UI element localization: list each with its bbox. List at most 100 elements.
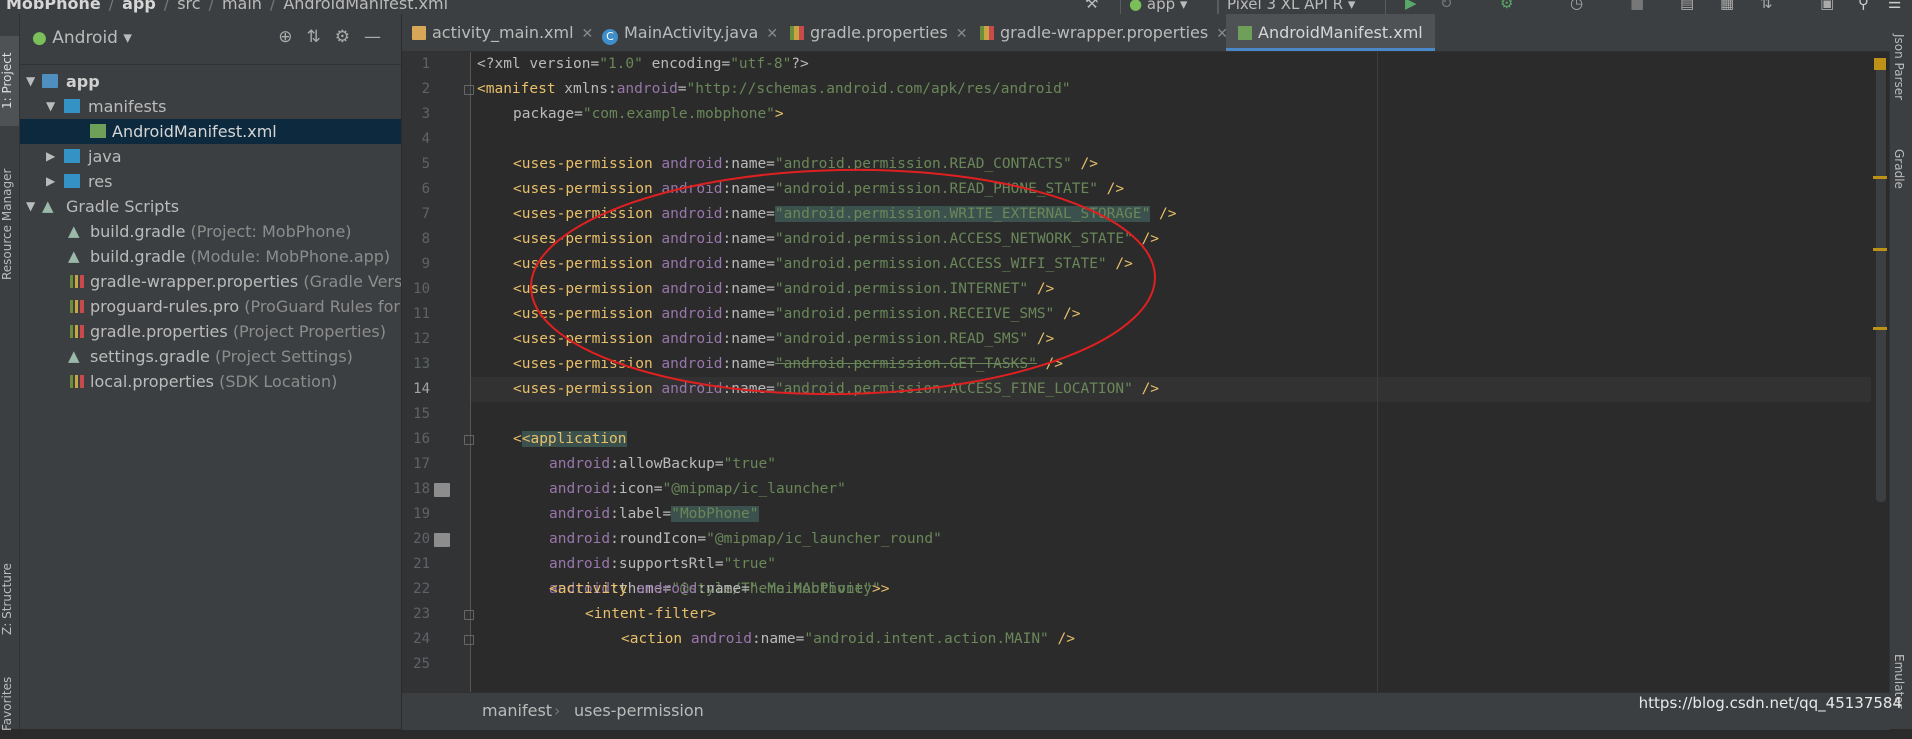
- tree-item-res[interactable]: ▶ res: [20, 169, 401, 194]
- device-dropdown[interactable]: Pixel 3 XL API R ▾: [1218, 0, 1386, 14]
- tab-label: AndroidManifest.xml: [1258, 23, 1423, 42]
- tab-gradle-properties[interactable]: gradle.properties ✕: [790, 14, 967, 51]
- tab-gradle-wrapper-properties[interactable]: gradle-wrapper.properties ✕: [980, 14, 1228, 51]
- debug-icon[interactable]: ⚙: [1500, 0, 1513, 14]
- line-number: 19: [413, 506, 430, 522]
- tree-item-build-gradle-module[interactable]: ▲ build.gradle (Module: MobPhone.app): [20, 244, 401, 269]
- line-number: 24: [413, 631, 430, 647]
- tree-item-local-properties[interactable]: local.properties (SDK Location): [20, 369, 401, 394]
- nav-crumb-src[interactable]: src: [177, 0, 200, 13]
- folder-icon: [64, 149, 80, 163]
- line-number: 6: [421, 181, 430, 197]
- avd-manager-icon[interactable]: ▤: [1680, 0, 1694, 14]
- warning-indicator-icon[interactable]: [1874, 58, 1886, 70]
- nav-crumb-project[interactable]: MobPhone: [6, 0, 101, 13]
- tree-item-settings-gradle[interactable]: ▲ settings.gradle (Project Settings): [20, 344, 401, 369]
- warning-marker[interactable]: [1873, 248, 1887, 251]
- tree-item-hint: (ProGuard Rules for Mo: [244, 297, 401, 316]
- resource-manager-tool-tab[interactable]: Resource Manager: [0, 159, 19, 289]
- code-editor[interactable]: <?xml version="1.0" encoding="utf-8"?> <…: [471, 52, 1871, 692]
- image-preview-icon[interactable]: [434, 483, 450, 497]
- tab-label: activity_main.xml: [432, 23, 574, 42]
- rerun-icon[interactable]: ↻: [1440, 0, 1453, 14]
- sdk-manager-icon[interactable]: ▦: [1720, 0, 1734, 14]
- gradle-icon: ▲: [42, 197, 54, 215]
- run-icon[interactable]: ▶: [1405, 0, 1417, 14]
- tree-item-hint: (Project: MobPhone): [190, 222, 352, 241]
- nav-crumb-module[interactable]: app: [122, 0, 156, 13]
- device-label: Pixel 3 XL API R: [1227, 0, 1344, 13]
- line-number: 23: [413, 606, 430, 622]
- project-view-selector[interactable]: ● Android ▾: [32, 28, 132, 48]
- line-number: 16: [413, 431, 430, 447]
- red-annotation-ellipse: [530, 168, 1156, 396]
- editor-tabs: activity_main.xml ✕ C MainActivity.java ✕ g…: [402, 14, 1890, 52]
- collapse-arrow-icon[interactable]: ▶: [46, 169, 55, 194]
- close-icon[interactable]: ✕: [766, 26, 778, 42]
- tree-item-build-gradle-project[interactable]: ▲ build.gradle (Project: MobPhone): [20, 219, 401, 244]
- close-icon[interactable]: ✕: [956, 26, 968, 42]
- gradle-icon: ▲: [68, 247, 80, 265]
- line-number: 17: [413, 456, 430, 472]
- expand-arrow-icon[interactable]: ▼: [26, 194, 35, 219]
- left-tool-strip: 1: Project Resource Manager Z: Structure…: [0, 14, 20, 731]
- tree-item-androidmanifest[interactable]: AndroidManifest.xml: [20, 119, 401, 144]
- sync-icon[interactable]: ⇅: [1760, 0, 1773, 14]
- properties-file-icon: [70, 325, 84, 338]
- menu-icon[interactable]: ☰: [1888, 0, 1901, 14]
- gradle-tool-tab[interactable]: Gradle: [1892, 149, 1906, 219]
- line-number: 21: [413, 556, 430, 572]
- gear-icon[interactable]: ⚙: [335, 27, 364, 47]
- expand-arrow-icon[interactable]: ▼: [26, 69, 35, 94]
- tab-mainactivity-java[interactable]: C MainActivity.java ✕: [602, 14, 778, 51]
- nav-crumb-file[interactable]: AndroidManifest.xml: [283, 0, 448, 13]
- warning-marker[interactable]: [1873, 176, 1887, 179]
- line-number: 12: [413, 331, 430, 347]
- tree-item-proguard-rules[interactable]: proguard-rules.pro (ProGuard Rules for M…: [20, 294, 401, 319]
- manifest-file-icon: [90, 124, 106, 138]
- collapse-arrow-icon[interactable]: ▶: [46, 144, 55, 169]
- expand-arrow-icon[interactable]: ▼: [46, 94, 55, 119]
- build-hammer-icon[interactable]: ⚒: [1085, 0, 1098, 14]
- collapse-all-icon[interactable]: ⇅: [307, 27, 335, 47]
- android-icon: ●: [1129, 0, 1143, 13]
- tree-item-label: settings.gradle: [90, 347, 210, 366]
- close-icon[interactable]: ✕: [582, 26, 594, 42]
- emulator-tool-tab[interactable]: Emulator: [1892, 654, 1906, 729]
- breadcrumb-manifest[interactable]: manifest: [482, 693, 552, 728]
- error-stripe[interactable]: [1873, 52, 1889, 692]
- profile-icon[interactable]: ◷: [1570, 0, 1583, 14]
- run-config-dropdown[interactable]: ● app ▾: [1120, 0, 1218, 14]
- tree-item-label: gradle-wrapper.properties: [90, 272, 299, 291]
- warning-marker[interactable]: [1873, 327, 1887, 330]
- locate-icon[interactable]: ⊕: [278, 27, 306, 47]
- scrollbar-thumb[interactable]: [1876, 62, 1886, 502]
- project-tool-tab[interactable]: 1: Project: [0, 36, 19, 126]
- stop-icon[interactable]: ■: [1630, 0, 1644, 14]
- tree-item-java[interactable]: ▶ java: [20, 144, 401, 169]
- tab-androidmanifest-xml[interactable]: AndroidManifest.xml: [1226, 14, 1435, 51]
- tab-activity-main-xml[interactable]: activity_main.xml ✕: [412, 14, 593, 51]
- hide-icon[interactable]: —: [364, 27, 395, 47]
- tree-item-gradle-wrapper-properties[interactable]: gradle-wrapper.properties (Gradle Versio…: [20, 269, 401, 294]
- json-parser-tool-tab[interactable]: Json Parser: [1892, 34, 1906, 124]
- properties-file-icon: [70, 300, 84, 313]
- tree-item-app[interactable]: ▼ app: [20, 69, 401, 94]
- line-number: 20: [413, 531, 430, 547]
- structure-tool-tab[interactable]: Z: Structure: [0, 554, 19, 644]
- search-icon[interactable]: ⚲: [1858, 0, 1869, 14]
- tree-item-gradle-properties[interactable]: gradle.properties (Project Properties): [20, 319, 401, 344]
- breadcrumb-separator: ›: [554, 701, 561, 720]
- tree-item-label: Gradle Scripts: [66, 197, 180, 216]
- breadcrumb-uses-permission[interactable]: uses-permission: [574, 693, 704, 728]
- layout-inspector-icon[interactable]: ▣: [1820, 0, 1834, 14]
- nav-crumb-main[interactable]: main: [222, 0, 262, 13]
- tree-item-gradle-scripts[interactable]: ▼ ▲ Gradle Scripts: [20, 194, 401, 219]
- tree-item-label: local.properties: [90, 372, 215, 391]
- properties-file-icon: [70, 275, 84, 288]
- project-panel-toolbar: ⊕⇅⚙—: [278, 27, 395, 47]
- line-number: 14: [413, 381, 430, 397]
- tree-item-manifests[interactable]: ▼ manifests: [20, 94, 401, 119]
- tree-item-hint: (Module: MobPhone.app): [190, 247, 391, 266]
- image-preview-icon[interactable]: [434, 533, 450, 547]
